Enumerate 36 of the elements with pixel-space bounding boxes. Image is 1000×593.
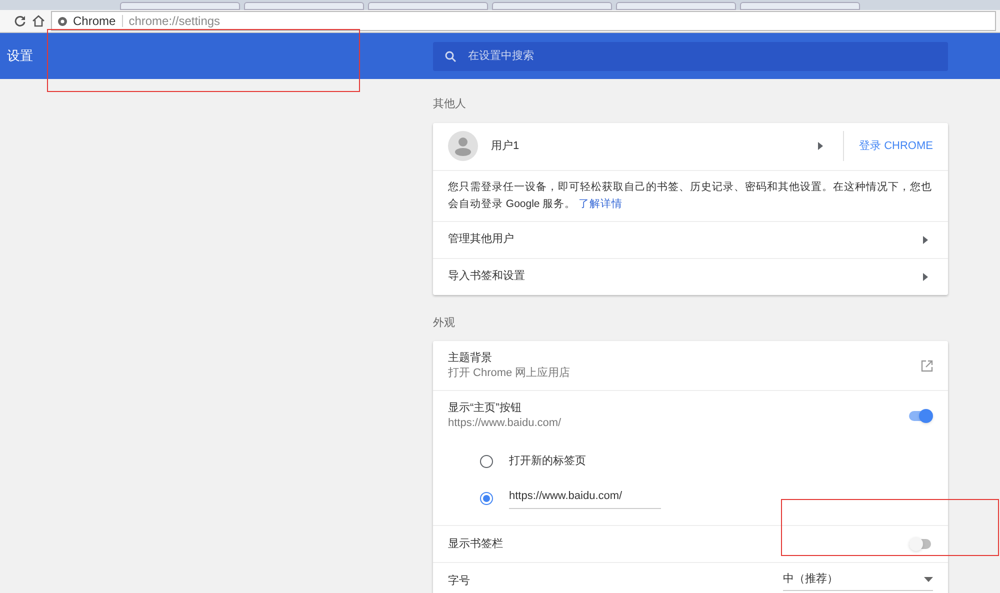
setting-label: 字号 [448,574,470,589]
radio-button[interactable] [480,492,493,505]
settings-row[interactable]: 管理其他用户 [433,220,948,258]
chevron-right-icon [923,272,928,280]
external-link-icon[interactable] [921,360,933,372]
sign-in-button[interactable]: 登录 CHROME [844,138,948,154]
profile-name[interactable]: 用户1 [491,138,818,154]
description-text: 您只需登录任一设备，即可轻松获取自己的书签、历史记录、密码和其他设置。在这种情况下，您也会自动登录 Google 服务。 了解详情 [448,180,932,210]
url-text: chrome://settings [128,13,220,30]
settings-row[interactable]: 导入书签和设置 [433,258,948,294]
section-heading: 外观 [433,316,455,330]
font-size-dropdown[interactable]: 中（推荐） [783,571,933,591]
url-input-field[interactable]: https://www.baidu.com/ [509,488,661,509]
section-heading: 其他人 [433,97,466,112]
setting-label: 显示书签栏 [448,536,503,552]
home-icon[interactable] [32,15,45,27]
chrome-logo-icon [58,16,67,26]
address-bar[interactable]: Chrome chrome://settings [51,11,996,31]
toggle-switch[interactable] [909,408,933,424]
radio-label: 打开新的标签页 [509,454,586,470]
page-title: 设置 [6,47,34,66]
site-label: Chrome [73,13,116,30]
setting-sublabel: 打开 Chrome 网上应用店 [448,366,570,380]
radio-button[interactable] [480,455,493,468]
dropdown-arrow-icon [924,577,933,582]
toggle-switch[interactable] [909,536,933,552]
chevron-right-icon [923,236,928,244]
reload-icon[interactable] [14,15,26,27]
search-field[interactable]: 在设置中搜索 [433,42,948,70]
avatar-icon [448,131,478,161]
setting-sublabel: https://www.baidu.com/ [448,416,562,431]
setting-label: 主题背景 [448,350,493,366]
search-icon [445,50,456,62]
setting-label: 显示“主页”按钮 [448,401,522,416]
learn-more-link[interactable]: 了解详情 [578,198,623,210]
chevron-right-icon [818,142,824,150]
